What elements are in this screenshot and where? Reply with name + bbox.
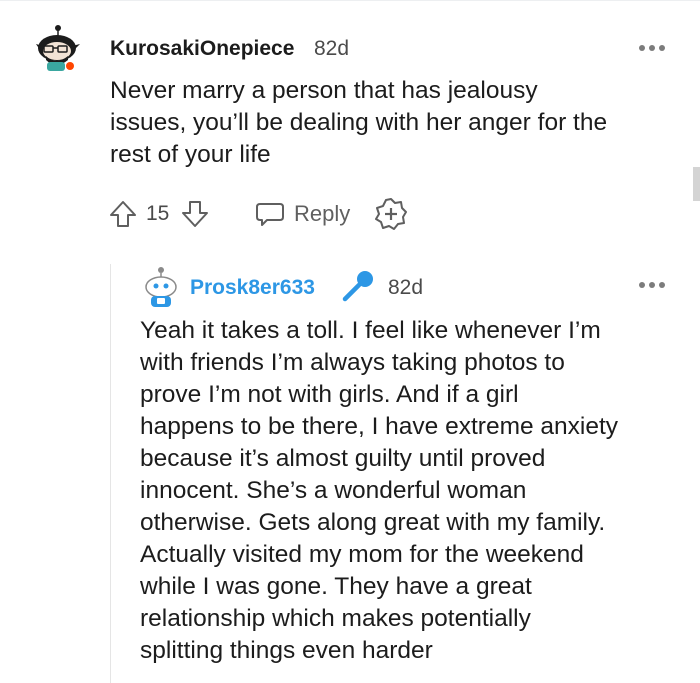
comment-line: relationship which makes potentially [140,605,531,632]
user-avatar[interactable] [139,265,183,309]
comment-actions: 15 Reply [108,196,418,232]
comment-line: rest of your life [110,141,271,168]
comment-line: because it’s almost guilty until proved [140,445,546,472]
user-avatar[interactable] [34,24,82,72]
downvote-button[interactable] [180,196,210,232]
arrow-down-icon [182,201,208,227]
comment-line: innocent. She’s a wonderful woman [140,477,527,504]
reply-label: Reply [294,201,351,226]
award-button[interactable] [374,196,408,232]
more-options-icon[interactable] [639,282,667,290]
comment-age: 82d [388,276,424,299]
comment-body: Yeah it takes a toll. I feel like whenev… [140,315,618,667]
comment-line: while I was gone. They have a great [140,573,532,600]
speech-bubble-icon [256,203,284,226]
comment-body: Never marry a person that has jealousy i… [110,75,607,171]
microphone-icon [342,271,373,302]
more-options-icon[interactable] [639,45,667,53]
reply-button[interactable]: Reply [254,196,350,232]
comment-line: Never marry a person that has jealousy [110,77,538,104]
comment-line: happens to be there, I have extreme anxi… [140,413,619,440]
upvote-button[interactable] [108,196,138,232]
top-divider [0,0,700,1]
comment-line: splitting things even harder [140,637,433,664]
comment-line: with friends I’m always taking photos to [140,349,565,376]
vote-count: 15 [146,202,170,225]
comment-line: issues, you’ll be dealing with her anger… [110,109,608,136]
comment-author[interactable]: KurosakiOnepiece [110,37,294,61]
scrollbar-thumb[interactable] [693,167,700,201]
add-award-icon [375,198,407,230]
thread-line[interactable] [110,264,111,683]
comment-line: otherwise. Gets along great with my fami… [140,509,606,536]
comment-line: Yeah it takes a toll. I feel like whenev… [140,317,601,344]
comment-line: Actually visited my mom for the weekend [140,541,584,568]
arrow-up-icon [110,201,136,227]
comment-age: 82d [314,37,350,60]
vote-score: 15 [146,196,169,232]
comment-line: prove I’m not with girls. And if a girl [140,381,519,408]
comment-author[interactable]: Prosk8er633 [190,276,315,300]
